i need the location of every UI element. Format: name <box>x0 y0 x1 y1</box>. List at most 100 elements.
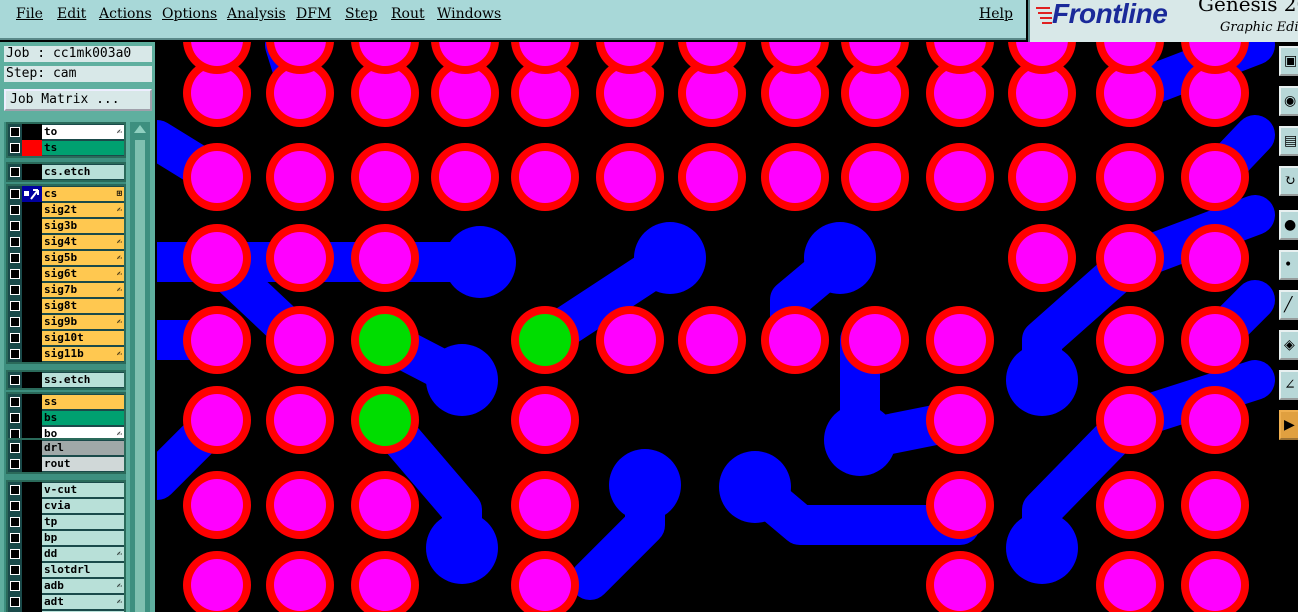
pad[interactable] <box>769 314 821 366</box>
layer-color-indicator[interactable] <box>22 282 42 298</box>
layer-color-indicator[interactable] <box>22 266 42 282</box>
pad[interactable] <box>1104 394 1156 446</box>
redraw-icon[interactable]: ↻ <box>1279 166 1298 196</box>
pad[interactable] <box>191 232 243 284</box>
selected-pad[interactable] <box>519 314 571 366</box>
menu-rout[interactable]: Rout <box>391 6 425 22</box>
layer-name[interactable]: cs ⊞ <box>42 187 124 201</box>
pad[interactable] <box>934 151 986 203</box>
layer-checkbox[interactable] <box>10 397 20 407</box>
layer-row-bs[interactable]: bs <box>8 410 124 426</box>
pad[interactable] <box>191 559 243 611</box>
layer-name[interactable]: cs.etch <box>42 165 124 179</box>
layer-checkbox[interactable] <box>10 301 20 311</box>
pad[interactable] <box>359 67 411 119</box>
pad[interactable] <box>359 151 411 203</box>
graphic-canvas[interactable] <box>157 42 1277 612</box>
pad[interactable] <box>191 479 243 531</box>
via[interactable] <box>719 451 791 523</box>
layer-color-indicator[interactable] <box>22 410 42 426</box>
layer-row-sig2t[interactable]: sig2t ✍ <box>8 202 124 218</box>
layer-color-indicator[interactable] <box>22 372 42 388</box>
menu-file[interactable]: File <box>16 6 43 22</box>
pad[interactable] <box>934 559 986 611</box>
pad[interactable] <box>274 314 326 366</box>
layer-name[interactable]: sig3b <box>42 219 124 233</box>
layer-name[interactable]: rout <box>42 457 124 471</box>
menu-edit[interactable]: Edit <box>57 6 86 22</box>
scroll-thumb[interactable] <box>135 140 145 612</box>
pad[interactable] <box>519 394 571 446</box>
selected-pad[interactable] <box>359 314 411 366</box>
layer-checkbox[interactable] <box>10 221 20 231</box>
layer-name[interactable]: to ✍ <box>42 125 124 139</box>
layer-checkbox[interactable] <box>10 167 20 177</box>
layer-checkbox[interactable] <box>10 597 20 607</box>
pad-tool-icon[interactable]: ● <box>1279 210 1298 240</box>
layer-color-indicator[interactable] <box>22 218 42 234</box>
layer-checkbox[interactable] <box>10 237 20 247</box>
layer-checkbox[interactable] <box>10 501 20 511</box>
pad[interactable] <box>769 151 821 203</box>
layer-row-cs.etch[interactable]: cs.etch <box>8 164 124 180</box>
layer-checkbox[interactable] <box>10 533 20 543</box>
via[interactable] <box>634 222 706 294</box>
layer-color-indicator[interactable] <box>22 314 42 330</box>
layer-color-indicator[interactable] <box>22 482 42 498</box>
layer-color-indicator[interactable] <box>22 498 42 514</box>
scroll-up-arrow-icon[interactable] <box>133 124 147 134</box>
layer-row-sig11b[interactable]: sig11b ✍ <box>8 346 124 362</box>
layer-row-drl[interactable]: drl <box>8 440 124 456</box>
layer-checkbox[interactable] <box>10 253 20 263</box>
pan-icon[interactable]: ◉ <box>1279 86 1298 116</box>
pad[interactable] <box>1189 394 1241 446</box>
layer-color-indicator[interactable] <box>22 346 42 362</box>
layer-color-indicator[interactable] <box>22 330 42 346</box>
layer-name[interactable]: ss.etch <box>42 373 124 387</box>
layer-name[interactable]: slotdrl <box>42 563 124 577</box>
job-matrix-button[interactable]: Job Matrix ... <box>4 89 152 111</box>
layer-checkbox[interactable] <box>10 189 20 199</box>
pad[interactable] <box>686 67 738 119</box>
pad[interactable] <box>604 67 656 119</box>
pad[interactable] <box>359 559 411 611</box>
pad[interactable] <box>191 314 243 366</box>
pad[interactable] <box>1189 67 1241 119</box>
zoom-home-icon[interactable]: ▣ <box>1279 46 1298 76</box>
layer-row-sig10t[interactable]: sig10t <box>8 330 124 346</box>
layer-color-indicator[interactable] <box>22 562 42 578</box>
pad[interactable] <box>1189 232 1241 284</box>
layer-name[interactable]: sig11b ✍ <box>42 347 124 361</box>
layer-row-ss[interactable]: ss <box>8 394 124 410</box>
layer-row-dd[interactable]: dd ✍ <box>8 546 124 562</box>
pad[interactable] <box>1189 314 1241 366</box>
layer-color-indicator[interactable] <box>22 514 42 530</box>
pad[interactable] <box>1104 151 1156 203</box>
layer-color-indicator[interactable] <box>22 394 42 410</box>
pad[interactable] <box>1189 151 1241 203</box>
pad[interactable] <box>439 67 491 119</box>
layer-color-indicator[interactable] <box>22 546 42 562</box>
menu-analysis[interactable]: Analysis <box>227 6 286 22</box>
layer-name[interactable]: sig6t ✍ <box>42 267 124 281</box>
layer-checkbox[interactable] <box>10 565 20 575</box>
pad[interactable] <box>1104 314 1156 366</box>
layer-row-slotdrl[interactable]: slotdrl <box>8 562 124 578</box>
layer-checkbox[interactable] <box>10 459 20 469</box>
work-layer-pointer-icon[interactable] <box>22 186 42 202</box>
pad[interactable] <box>1104 479 1156 531</box>
layer-color-indicator[interactable] <box>22 440 42 456</box>
layer-checkbox[interactable] <box>10 333 20 343</box>
pad[interactable] <box>274 67 326 119</box>
layer-row-rout[interactable]: rout <box>8 456 124 472</box>
menu-windows[interactable]: Windows <box>437 6 501 22</box>
layer-checkbox[interactable] <box>10 143 20 153</box>
layer-row-sig7b[interactable]: sig7b ✍ <box>8 282 124 298</box>
pointer-icon[interactable]: ▶ <box>1279 410 1298 440</box>
pad[interactable] <box>359 479 411 531</box>
layer-name[interactable]: bs <box>42 411 124 425</box>
pad[interactable] <box>934 67 986 119</box>
pad[interactable] <box>604 151 656 203</box>
layer-name[interactable]: tp <box>42 515 124 529</box>
menu-actions[interactable]: Actions <box>99 6 152 22</box>
